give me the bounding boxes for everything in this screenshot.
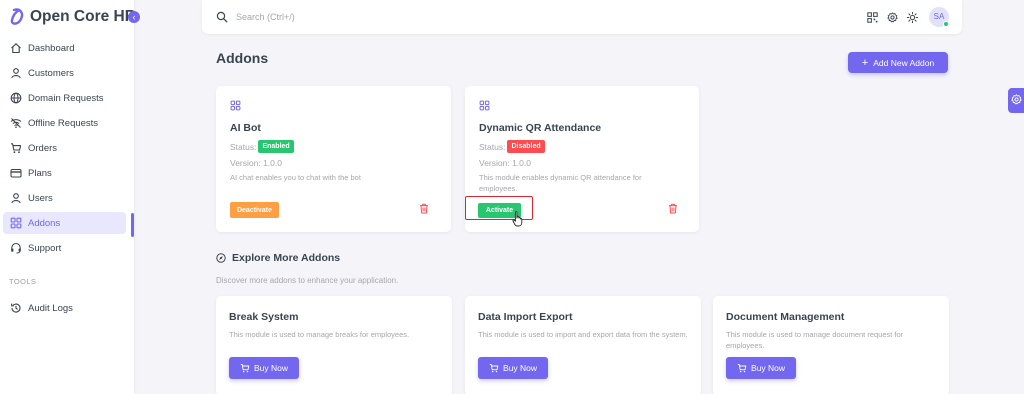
status-badge: Enabled: [258, 140, 294, 153]
addon-description: AI chat enables you to chat with the bot: [230, 173, 361, 182]
sidebar-item-label: Plans: [28, 167, 52, 179]
qr-code-icon[interactable]: [867, 12, 878, 23]
search-input[interactable]: [236, 9, 536, 25]
grid-icon: [10, 217, 22, 229]
sidebar: Open Core HR ‹ Dashboard Customers Domai…: [0, 0, 140, 394]
online-status-dot: [943, 21, 949, 27]
credit-card-icon: [10, 168, 22, 178]
explore-section-title: Explore More Addons: [216, 252, 340, 264]
explore-section-subtitle: Discover more addons to enhance your app…: [216, 276, 399, 285]
sidebar-item-label: Users: [28, 192, 53, 204]
status-label: Status:: [230, 141, 257, 152]
sidebar-item-label: Customers: [28, 67, 74, 79]
sidebar-tools-nav: Audit Logs: [0, 297, 134, 322]
addon-version: Version: 1.0.0: [230, 158, 282, 168]
buy-now-label: Buy Now: [502, 363, 537, 373]
gear-icon[interactable]: [887, 12, 898, 23]
addon-description: This module enables dynamic QR attendanc…: [479, 173, 642, 193]
sidebar-item-audit-logs[interactable]: Audit Logs: [3, 297, 126, 319]
plus-icon: +: [861, 56, 869, 69]
cart-icon: [489, 364, 499, 373]
deactivate-button[interactable]: Deactivate: [230, 202, 279, 218]
buy-now-button[interactable]: Buy Now: [726, 357, 796, 379]
sidebar-item-addons[interactable]: Addons: [3, 212, 126, 234]
gear-icon: [1011, 94, 1022, 105]
customizer-toggle[interactable]: [1008, 88, 1024, 113]
add-new-addon-label: Add New Addon: [873, 57, 935, 68]
sun-icon[interactable]: [907, 12, 918, 23]
explore-card-title: Data Import Export: [478, 311, 573, 323]
sidebar-nav: Dashboard Customers Domain Requests Offl…: [0, 37, 134, 262]
buy-now-button[interactable]: Buy Now: [478, 357, 548, 379]
hand-pointer-icon: [512, 211, 523, 227]
explore-card-data-import-export: Data Import Export This module is used t…: [465, 296, 701, 394]
sidebar-section-tools: TOOLS: [9, 277, 37, 286]
addon-version: Version: 1.0.0: [479, 158, 531, 168]
explore-card-description: This module is used to manage document r…: [726, 330, 904, 350]
sidebar-item-plans[interactable]: Plans: [3, 162, 126, 184]
page-title: Addons: [216, 50, 269, 66]
explore-title-text: Explore More Addons: [232, 252, 341, 264]
addon-title: Dynamic QR Attendance: [479, 122, 602, 134]
grid-icon: [230, 100, 241, 111]
sidebar-item-label: Support: [28, 242, 62, 254]
buy-now-label: Buy Now: [750, 363, 785, 373]
explore-card-description: This module is used to import and export…: [478, 330, 688, 339]
home-icon: [11, 43, 21, 54]
grid-icon: [479, 100, 490, 111]
topbar: SA: [202, 0, 962, 34]
history-icon: [11, 303, 21, 313]
status-badge: Disabled: [507, 140, 545, 153]
explore-card-title: Break System: [229, 311, 299, 323]
cart-icon: [737, 364, 747, 373]
sidebar-item-offline-requests[interactable]: Offline Requests: [3, 112, 126, 134]
compass-icon: [216, 253, 226, 263]
sidebar-item-label: Offline Requests: [28, 117, 99, 129]
explore-card-break-system: Break System This module is used to mana…: [216, 296, 452, 394]
explore-card-title: Document Management: [726, 311, 845, 323]
buy-now-label: Buy Now: [253, 363, 288, 373]
brand-logo-icon: [10, 8, 24, 25]
addon-status-row: Status: Disabled: [479, 140, 545, 153]
cart-icon: [11, 143, 22, 154]
sidebar-item-orders[interactable]: Orders: [3, 137, 126, 159]
trash-icon[interactable]: [668, 203, 678, 214]
buy-now-button[interactable]: Buy Now: [229, 357, 299, 379]
addon-status-row: Status: Enabled: [230, 140, 294, 153]
addon-title: AI Bot: [230, 122, 261, 134]
addon-card-ai-bot: AI Bot Status: Enabled Version: 1.0.0 AI…: [216, 86, 451, 232]
user-icon: [11, 68, 21, 79]
sidebar-item-label: Audit Logs: [28, 302, 73, 314]
headset-icon: [11, 242, 21, 254]
search-icon: [216, 11, 228, 23]
sidebar-item-label: Dashboard: [28, 42, 75, 54]
explore-card-document-management: Document Management This module is used …: [713, 296, 949, 394]
sidebar-item-label: Domain Requests: [28, 92, 104, 104]
explore-card-description: This module is used to manage breaks for…: [229, 330, 410, 339]
trash-icon[interactable]: [419, 203, 429, 214]
status-label: Status:: [479, 141, 506, 152]
sidebar-item-label: Addons: [28, 217, 61, 229]
brand-name: Open Core HR: [30, 8, 136, 25]
sidebar-collapse-toggle[interactable]: ‹: [128, 11, 140, 23]
add-new-addon-button[interactable]: + Add New Addon: [848, 52, 948, 73]
brand[interactable]: Open Core HR: [8, 6, 136, 28]
chevron-left-icon: ‹: [132, 12, 136, 22]
active-indicator: [131, 213, 134, 237]
sidebar-item-domain-requests[interactable]: Domain Requests: [3, 87, 126, 109]
sidebar-item-customers[interactable]: Customers: [3, 62, 126, 84]
sidebar-item-dashboard[interactable]: Dashboard: [3, 37, 126, 59]
user-icon: [11, 193, 21, 204]
sidebar-item-support[interactable]: Support: [3, 237, 126, 259]
wifi-off-icon: [10, 118, 22, 129]
globe-icon: [10, 92, 22, 104]
sidebar-item-users[interactable]: Users: [3, 187, 126, 209]
cart-icon: [240, 364, 250, 373]
sidebar-item-label: Orders: [28, 142, 58, 154]
